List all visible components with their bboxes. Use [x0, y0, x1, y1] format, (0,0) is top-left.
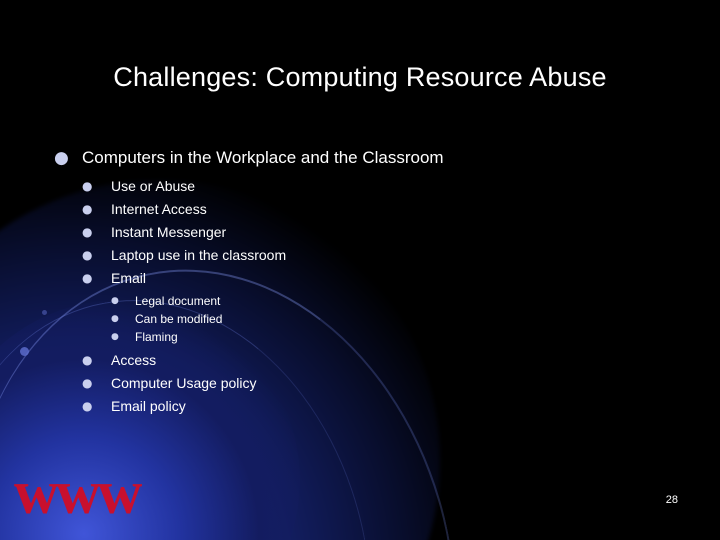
bullet-level2-item: ● Instant Messenger [82, 223, 684, 241]
bullet-level2-label: Email [111, 270, 147, 286]
bullet-level3-item: ● Legal document [111, 294, 684, 309]
bullet-level2-label: Access [111, 352, 157, 368]
bullet-marker-icon: ● [82, 202, 93, 216]
bullet-level3-label: Legal document [135, 294, 221, 308]
bullet-marker-icon: ● [54, 148, 69, 168]
logo-wordmark: www [14, 459, 142, 527]
bullet-marker-icon: ● [82, 225, 93, 239]
bullet-level2-label: Laptop use in the classroom [111, 247, 287, 263]
bullet-marker-icon: ● [82, 376, 93, 390]
bullet-level3-label: Flaming [135, 330, 178, 344]
slide-number: 28 [665, 494, 678, 506]
bullet-marker-icon: ● [82, 353, 93, 367]
slide-title: Challenges: Computing Resource Abuse [113, 62, 607, 92]
bullet-level1-label: Computers in the Workplace and the Class… [82, 148, 444, 167]
bullet-level2-item: ● Computer Usage policy [82, 374, 684, 392]
bullet-level3-label: Can be modified [135, 312, 223, 326]
slide-body: ● Computers in the Workplace and the Cla… [54, 148, 684, 420]
bullet-marker-icon: ● [111, 314, 119, 324]
bullet-level2-item: ● Use or Abuse [82, 177, 684, 195]
bullet-level2-label: Instant Messenger [111, 224, 227, 240]
bullet-level2-label: Internet Access [111, 201, 207, 217]
bullet-level1: ● Computers in the Workplace and the Cla… [54, 148, 684, 168]
slide: Challenges: Computing Resource Abuse ● C… [0, 0, 720, 540]
bullet-marker-icon: ● [111, 332, 119, 342]
bullet-marker-icon: ● [82, 399, 93, 413]
bullet-marker-icon: ● [111, 296, 119, 306]
bullet-level3-item: ● Can be modified [111, 312, 684, 327]
bullet-marker-icon: ● [82, 271, 93, 285]
bullet-marker-icon: ● [82, 179, 93, 193]
background-dot-small-icon [42, 310, 47, 315]
bullet-level2-item: ● Laptop use in the classroom [82, 246, 684, 264]
bullet-level2-label: Computer Usage policy [111, 375, 257, 391]
bullet-level2-item: ● Email [82, 269, 684, 287]
bullet-level2-group-top: ● Use or Abuse ● Internet Access ● Insta… [82, 177, 684, 415]
bullet-level3-item: ● Flaming [111, 330, 684, 345]
bullet-level2-item: ● Internet Access [82, 200, 684, 218]
bullet-level2-label: Email policy [111, 398, 186, 414]
bullet-level2-label: Use or Abuse [111, 178, 196, 194]
background-dot-icon [20, 347, 29, 356]
bullet-level2-item: ● Email policy [82, 397, 684, 415]
bullet-level3-group: ● Legal document ● Can be modified ● Fla… [111, 294, 684, 345]
bullet-marker-icon: ● [82, 248, 93, 262]
bullet-level2-item: ● Access [82, 351, 684, 369]
